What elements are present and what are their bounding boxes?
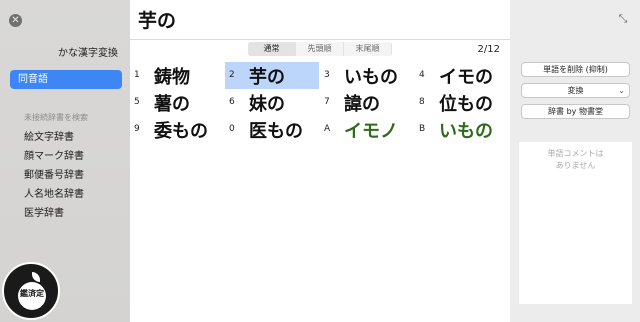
candidate-4[interactable]: 4 イモの <box>415 62 509 89</box>
expand-icon[interactable]: ⤡ <box>616 12 630 26</box>
close-icon[interactable]: ✕ <box>9 14 22 27</box>
sidebar-item-emoji-dictionary[interactable]: 絵文字辞書 <box>24 130 84 149</box>
candidate-0[interactable]: 0 医もの <box>225 116 319 143</box>
dictionary-button[interactable]: 辞書 by 物書堂 <box>521 104 630 119</box>
candidate-number: 1 <box>134 70 140 80</box>
candidate-8[interactable]: 8 位もの <box>415 89 509 116</box>
input-header: 芋の <box>130 0 510 40</box>
input-text[interactable]: 芋の <box>138 6 176 33</box>
convert-select[interactable]: 変換 ⌄ <box>521 83 630 98</box>
candidate-a[interactable]: A イモノ <box>320 116 414 143</box>
watermark-logo: 鑑済定 <box>2 262 60 320</box>
candidate-word: 諱の <box>344 94 380 115</box>
candidate-number: 8 <box>419 97 425 107</box>
candidate-number: 7 <box>324 97 330 107</box>
word-detail-panel: 単語を削除 (抑制) 変換 ⌄ 辞書 by 物書堂 単語コメントは ありません <box>510 40 640 322</box>
candidate-b[interactable]: B いもの <box>415 116 509 143</box>
sidebar-item-names-dictionary[interactable]: 人名地名辞書 <box>24 187 84 206</box>
candidate-word: 医もの <box>249 121 303 142</box>
candidate-number: 3 <box>324 70 330 80</box>
candidate-5[interactable]: 5 薯の <box>130 89 224 116</box>
word-comment-box: 単語コメントは ありません <box>519 142 632 304</box>
sidebar-title: かな漢字変換 <box>58 48 118 59</box>
comment-line: 単語コメントは <box>547 149 604 158</box>
right-top-bar: ⤡ <box>510 0 640 40</box>
candidate-row: 1 鋳物 2 芋の 3 いもの 4 イモの <box>130 62 510 89</box>
candidate-panel: 通常 先頭順 末尾順 2/12 1 鋳物 2 芋の 3 いもの 4 イモの 5 … <box>130 40 510 322</box>
candidate-word: イモの <box>439 67 493 88</box>
page-count: 2/12 <box>477 44 500 55</box>
candidate-1[interactable]: 1 鋳物 <box>130 62 224 89</box>
candidate-number: 0 <box>229 124 235 134</box>
sidebar-item-emoticon-dictionary[interactable]: 顔マーク辞書 <box>24 149 84 168</box>
candidate-number: A <box>324 124 331 134</box>
candidate-7[interactable]: 7 諱の <box>320 89 414 116</box>
candidate-word: いもの <box>344 67 398 88</box>
candidate-number: 9 <box>134 124 140 134</box>
candidate-number: 4 <box>419 70 425 80</box>
candidate-word: 鋳物 <box>154 67 190 88</box>
comment-line: ありません <box>555 161 596 170</box>
candidate-3[interactable]: 3 いもの <box>320 62 414 89</box>
candidate-number: 6 <box>229 97 235 107</box>
sort-tabs: 通常 先頭順 末尾順 <box>248 42 392 56</box>
sidebar-item-homophones[interactable]: 同音語 <box>10 70 122 89</box>
candidate-word: 位もの <box>439 94 493 115</box>
sidebar-section-label: 未接続辞書を検索 <box>24 113 88 122</box>
sidebar-item-postal-dictionary[interactable]: 郵便番号辞書 <box>24 168 84 187</box>
tab-prefix-order[interactable]: 先頭順 <box>296 42 344 56</box>
candidate-row: 5 薯の 6 妹の 7 諱の 8 位もの <box>130 89 510 116</box>
candidate-number: B <box>419 124 426 134</box>
tab-suffix-order[interactable]: 末尾順 <box>344 42 392 56</box>
word-comment-text: 単語コメントは ありません <box>519 148 632 172</box>
candidate-grid: 1 鋳物 2 芋の 3 いもの 4 イモの 5 薯の 6 妹の 7 諱の 8 位… <box>130 62 510 143</box>
candidate-word: 妹の <box>249 94 285 115</box>
convert-select-value: 変換 <box>567 86 584 95</box>
candidate-2-selected[interactable]: 2 芋の <box>225 62 319 89</box>
delete-word-button[interactable]: 単語を削除 (抑制) <box>521 62 630 77</box>
sidebar-item-medical-dictionary[interactable]: 医学辞書 <box>24 206 84 225</box>
tab-normal[interactable]: 通常 <box>248 42 296 56</box>
chevron-updown-icon: ⌄ <box>618 86 625 95</box>
candidate-word: 薯の <box>154 94 190 115</box>
candidate-number: 5 <box>134 97 140 107</box>
apple-leaf-icon <box>32 272 40 282</box>
candidate-number: 2 <box>229 70 235 80</box>
window: ✕ かな漢字変換 同音語 未接続辞書を検索 絵文字辞書 顔マーク辞書 郵便番号辞… <box>0 0 640 322</box>
candidate-6[interactable]: 6 妹の <box>225 89 319 116</box>
sidebar-dictionary-list: 絵文字辞書 顔マーク辞書 郵便番号辞書 人名地名辞書 医学辞書 <box>24 130 84 225</box>
candidate-word: 芋の <box>249 67 285 88</box>
candidate-word: いもの <box>439 121 493 142</box>
candidate-word: 委もの <box>154 121 208 142</box>
logo-text: 鑑済定 <box>20 289 44 298</box>
candidate-9[interactable]: 9 委もの <box>130 116 224 143</box>
candidate-word: イモノ <box>344 121 398 142</box>
candidate-row: 9 委もの 0 医もの A イモノ B いもの <box>130 116 510 143</box>
